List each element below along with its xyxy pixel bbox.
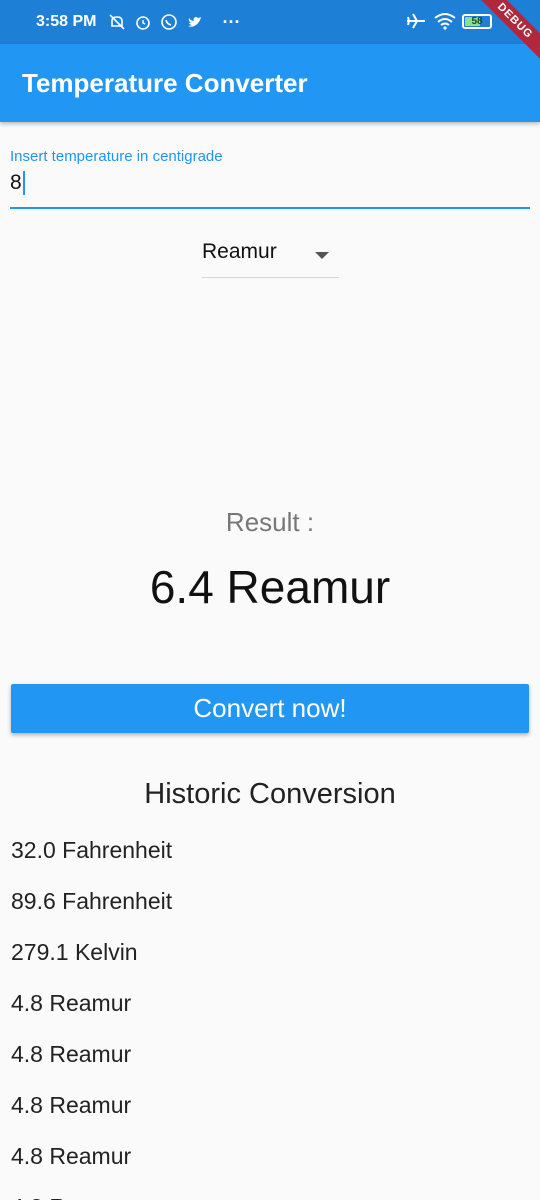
status-left-group: 3:58 PM ··· (36, 12, 240, 33)
input-underline (10, 207, 530, 209)
result-label: Result : (225, 507, 315, 537)
airplane-icon (406, 12, 425, 30)
history-item: 32.0 Fahrenheit (11, 837, 173, 863)
temperature-input-field[interactable]: Insert temperature in centigrade 8 (10, 148, 530, 209)
history-title: Historic Conversion (144, 778, 396, 810)
app-title: Temperature Converter (22, 67, 308, 98)
history-item: 89.6 Fahrenheit (11, 888, 173, 914)
notifications-off-icon (108, 13, 126, 31)
twitter-icon (186, 13, 204, 31)
status-right-group: 58 (406, 12, 492, 30)
temperature-input-value[interactable]: 8 (10, 171, 22, 195)
wifi-icon (434, 12, 456, 30)
battery-icon: 58 (462, 13, 492, 29)
status-time: 3:58 PM (36, 13, 97, 30)
history-item: 4.8 Reamur (11, 1041, 132, 1067)
history-item: 4.8 Reamur (11, 1143, 132, 1169)
battery-level: 58 (471, 15, 483, 27)
alarm-icon (134, 13, 152, 31)
more-dots-icon: ··· (222, 11, 241, 32)
status-bar: 3:58 PM ··· 58 (0, 0, 540, 44)
unit-dropdown[interactable]: Reamur (202, 240, 339, 278)
temperature-input-row[interactable]: 8 (10, 169, 530, 197)
dropdown-arrow-icon[interactable] (315, 252, 329, 259)
history-item: 4.8 Reamur (11, 1192, 531, 1200)
history-item: 4.8 Reamur (11, 1092, 132, 1118)
convert-button[interactable]: Convert now! (11, 684, 529, 733)
text-caret (22, 171, 25, 195)
history-item: 4.8 Reamur (11, 990, 132, 1016)
unit-dropdown-value[interactable]: Reamur (202, 240, 277, 264)
history-list: 32.0 Fahrenheit 89.6 Fahrenheit 279.1 Kelv… (11, 835, 531, 1200)
temperature-input-label: Insert temperature in centigrade (10, 148, 223, 165)
whatsapp-icon (160, 13, 178, 31)
history-item: 279.1 Kelvin (11, 939, 138, 965)
app-bar: Temperature Converter (0, 44, 540, 122)
result-value: 6.4 Reamur (149, 561, 391, 613)
